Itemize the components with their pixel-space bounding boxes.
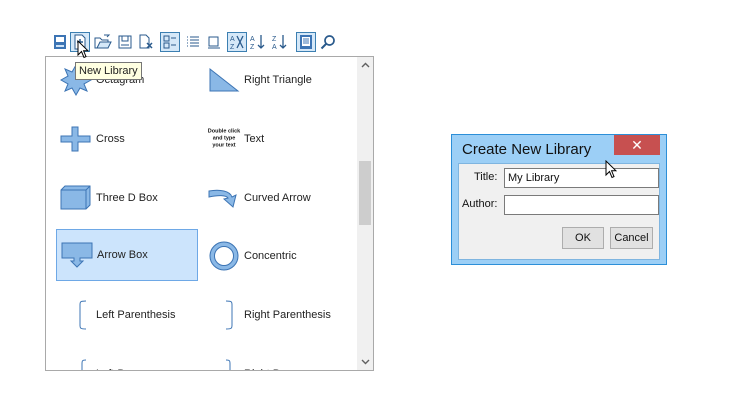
list-view-button[interactable] bbox=[183, 32, 203, 52]
list-view-icon bbox=[187, 36, 199, 47]
delete-library-icon bbox=[139, 34, 153, 49]
sort-ascending-button[interactable]: AZ bbox=[248, 32, 268, 52]
author-field[interactable] bbox=[504, 195, 659, 215]
shape-item-cross[interactable]: Cross bbox=[56, 113, 198, 165]
title-field[interactable] bbox=[504, 168, 659, 188]
vertical-scrollbar[interactable] bbox=[357, 57, 373, 370]
author-field-label: Author: bbox=[462, 198, 498, 210]
search-button[interactable] bbox=[318, 32, 338, 52]
svg-text:A: A bbox=[230, 36, 235, 43]
shape-item-label: Curved Arrow bbox=[244, 192, 311, 204]
three-d-box-icon bbox=[60, 185, 91, 210]
shape-item-right-brace[interactable]: Right Brace bbox=[204, 348, 346, 370]
arrow-box-icon bbox=[61, 242, 93, 268]
scroll-down-button[interactable] bbox=[357, 354, 373, 370]
close-button[interactable]: ✕ bbox=[614, 135, 660, 155]
shape-item-label: Left Parenthesis bbox=[96, 309, 176, 321]
shape-item-label: Three D Box bbox=[96, 192, 158, 204]
shape-item-label: Right Brace bbox=[244, 348, 301, 370]
text-shape-icon: Double click and type your text bbox=[207, 128, 241, 149]
concentric-icon bbox=[209, 241, 239, 271]
scroll-up-button[interactable] bbox=[357, 57, 373, 73]
scroll-thumb[interactable] bbox=[359, 161, 371, 225]
large-icons-view-button[interactable] bbox=[160, 32, 180, 52]
curved-arrow-icon bbox=[208, 189, 237, 208]
new-library-tooltip: New Library bbox=[75, 62, 142, 80]
shape-item-left-parenthesis[interactable]: Left Parenthesis bbox=[56, 289, 198, 341]
sort-toggle-icon: AZ bbox=[230, 35, 244, 50]
save-icon bbox=[118, 35, 132, 49]
sort-descending-button[interactable]: ZA bbox=[270, 32, 290, 52]
shape-library-panel: Octagram Right Triangle Cross Double cli… bbox=[45, 56, 374, 371]
shape-item-three-d-box[interactable]: Three D Box bbox=[56, 172, 198, 224]
library-toolbar: AZ AZ ZA bbox=[46, 28, 374, 56]
sort-ascending-icon: AZ bbox=[250, 35, 265, 50]
right-triangle-icon bbox=[209, 67, 240, 92]
left-parenthesis-icon bbox=[79, 300, 87, 330]
shape-item-left-brace[interactable]: Left Brace bbox=[56, 348, 198, 370]
cross-icon bbox=[60, 126, 91, 152]
dialog-title: Create New Library bbox=[462, 141, 592, 158]
svg-text:Z: Z bbox=[230, 44, 235, 50]
sort-descending-icon: ZA bbox=[272, 35, 287, 50]
left-brace-icon bbox=[81, 359, 87, 370]
library-book-icon bbox=[300, 35, 312, 49]
sort-toggle-button[interactable]: AZ bbox=[227, 32, 247, 52]
mouse-pointer-icon bbox=[77, 40, 89, 59]
shape-item-curved-arrow[interactable]: Curved Arrow bbox=[204, 172, 346, 224]
open-library-button[interactable] bbox=[93, 32, 113, 52]
save-button[interactable] bbox=[115, 32, 135, 52]
save-library-button[interactable] bbox=[50, 32, 70, 52]
shape-item-label: Left Brace bbox=[96, 348, 146, 370]
create-new-library-dialog: Create New Library ✕ Title: Author: OK C… bbox=[451, 134, 667, 265]
mouse-pointer-icon bbox=[605, 160, 617, 179]
cancel-button[interactable]: Cancel bbox=[610, 227, 653, 249]
title-field-label: Title: bbox=[474, 171, 498, 183]
svg-text:Z: Z bbox=[272, 36, 277, 43]
delete-library-button[interactable] bbox=[136, 32, 156, 52]
svg-text:A: A bbox=[272, 44, 277, 50]
shape-item-label: Arrow Box bbox=[97, 249, 148, 261]
close-icon: ✕ bbox=[631, 136, 643, 153]
library-book-button[interactable] bbox=[296, 32, 316, 52]
large-icons-view-icon bbox=[163, 35, 176, 49]
save-library-icon bbox=[54, 35, 66, 49]
svg-text:A: A bbox=[250, 36, 255, 43]
right-brace-icon bbox=[225, 359, 231, 370]
shape-item-right-parenthesis[interactable]: Right Parenthesis bbox=[204, 289, 346, 341]
search-icon bbox=[320, 35, 335, 50]
small-icons-view-button[interactable] bbox=[204, 32, 224, 52]
shape-item-concentric[interactable]: Concentric bbox=[204, 230, 346, 282]
shape-item-label: Right Parenthesis bbox=[244, 309, 331, 321]
shape-item-label: Right Triangle bbox=[244, 74, 312, 86]
small-icons-view-icon bbox=[208, 36, 220, 49]
chevron-down-icon bbox=[361, 359, 369, 365]
chevron-up-icon bbox=[361, 62, 369, 68]
shape-item-label: Cross bbox=[96, 133, 125, 145]
svg-text:Z: Z bbox=[250, 44, 255, 50]
dialog-body: Title: Author: OK Cancel bbox=[458, 163, 660, 260]
shape-item-label: Text bbox=[244, 133, 265, 145]
right-parenthesis-icon bbox=[225, 300, 233, 330]
shape-item-text[interactable]: Double click and type your text Text bbox=[204, 113, 346, 165]
shape-item-label: Concentric bbox=[244, 250, 297, 262]
open-library-icon bbox=[94, 34, 112, 49]
ok-button[interactable]: OK bbox=[562, 227, 604, 249]
shape-item-right-triangle[interactable]: Right Triangle bbox=[204, 57, 346, 106]
shape-item-arrow-box[interactable]: Arrow Box bbox=[56, 229, 198, 281]
